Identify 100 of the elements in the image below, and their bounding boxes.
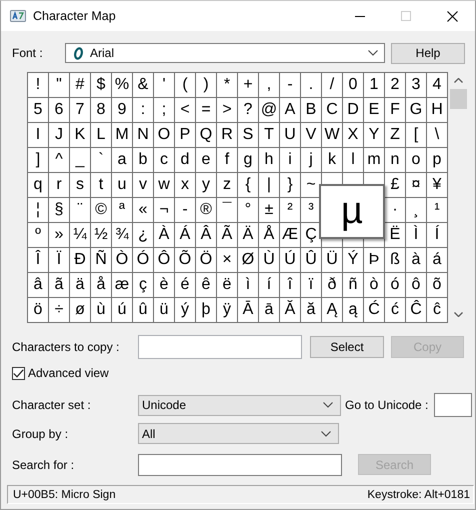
character-cell[interactable]: ³: [301, 198, 321, 222]
character-cell[interactable]: £: [385, 173, 405, 197]
character-cell[interactable]: º: [28, 223, 48, 247]
character-cell[interactable]: Ë: [385, 223, 405, 247]
character-cell[interactable]: à: [406, 248, 426, 272]
character-cell[interactable]: ñ: [343, 273, 363, 297]
character-cell[interactable]: e: [196, 148, 216, 172]
character-cell[interactable]: Õ: [175, 248, 195, 272]
character-cell[interactable]: Í: [427, 223, 447, 247]
character-cell[interactable]: ¸: [406, 198, 426, 222]
character-cell[interactable]: Ã: [217, 223, 237, 247]
character-cell[interactable]: ]: [28, 148, 48, 172]
character-cell[interactable]: E: [364, 98, 384, 122]
character-cell[interactable]: ă: [301, 298, 321, 322]
character-cell[interactable]: V: [301, 123, 321, 147]
character-cell[interactable]: ®: [196, 198, 216, 222]
character-cell[interactable]: ÷: [49, 298, 69, 322]
character-cell[interactable]: Ð: [70, 248, 90, 272]
character-cell[interactable]: B: [301, 98, 321, 122]
character-cell[interactable]: é: [175, 273, 195, 297]
character-cell[interactable]: î: [280, 273, 300, 297]
character-cell[interactable]: u: [112, 173, 132, 197]
character-cell[interactable]: ÿ: [217, 298, 237, 322]
scroll-thumb[interactable]: [450, 89, 467, 109]
character-cell[interactable]: a: [112, 148, 132, 172]
character-cell[interactable]: U: [280, 123, 300, 147]
character-cell[interactable]: ą: [343, 298, 363, 322]
character-cell[interactable]: ì: [238, 273, 258, 297]
character-cell[interactable]: y: [196, 173, 216, 197]
character-cell[interactable]: ¬: [154, 198, 174, 222]
character-cell[interactable]: .: [301, 73, 321, 97]
character-cell[interactable]: ^: [49, 148, 69, 172]
scroll-up-icon[interactable]: [454, 78, 463, 83]
character-cell[interactable]: Ñ: [91, 248, 111, 272]
character-cell[interactable]: f: [217, 148, 237, 172]
character-cell[interactable]: `: [91, 148, 111, 172]
character-cell[interactable]: N: [133, 123, 153, 147]
character-cell[interactable]: q: [28, 173, 48, 197]
character-cell[interactable]: o: [406, 148, 426, 172]
character-cell[interactable]: Ä: [238, 223, 258, 247]
character-cell[interactable]: S: [238, 123, 258, 147]
character-cell[interactable]: ¥: [427, 173, 447, 197]
go-to-unicode-field[interactable]: [434, 393, 472, 417]
character-cell[interactable]: ": [49, 73, 69, 97]
character-cell[interactable]: ü: [154, 298, 174, 322]
scroll-down-icon[interactable]: [454, 312, 463, 317]
character-cell[interactable]: å: [91, 273, 111, 297]
characters-to-copy-field[interactable]: [138, 335, 302, 359]
character-cell[interactable]: í: [259, 273, 279, 297]
character-cell[interactable]: w: [154, 173, 174, 197]
character-cell[interactable]: W: [322, 123, 342, 147]
character-cell[interactable]: T: [259, 123, 279, 147]
character-set-dropdown[interactable]: Unicode: [138, 394, 341, 416]
character-cell[interactable]: Ò: [112, 248, 132, 272]
character-cell[interactable]: ©: [91, 198, 111, 222]
character-cell[interactable]: G: [406, 98, 426, 122]
character-cell[interactable]: h: [259, 148, 279, 172]
character-cell[interactable]: «: [133, 198, 153, 222]
character-cell[interactable]: >: [217, 98, 237, 122]
select-button[interactable]: Select: [310, 336, 384, 358]
character-cell[interactable]: ²: [280, 198, 300, 222]
character-cell[interactable]: ¦: [28, 198, 48, 222]
character-cell[interactable]: æ: [112, 273, 132, 297]
character-cell[interactable]: Ó: [133, 248, 153, 272]
character-cell[interactable]: -: [280, 73, 300, 97]
character-cell[interactable]: D: [343, 98, 363, 122]
character-cell[interactable]: :: [133, 98, 153, 122]
character-cell[interactable]: Ú: [280, 248, 300, 272]
character-cell[interactable]: I: [28, 123, 48, 147]
character-cell[interactable]: ö: [28, 298, 48, 322]
character-cell[interactable]: ¿: [133, 223, 153, 247]
advanced-view-label[interactable]: Advanced view: [28, 366, 109, 380]
character-cell[interactable]: 2: [385, 73, 405, 97]
character-cell[interactable]: ô: [406, 273, 426, 297]
character-cell[interactable]: °: [238, 198, 258, 222]
character-cell[interactable]: Ô: [154, 248, 174, 272]
character-cell[interactable]: H: [427, 98, 447, 122]
character-cell[interactable]: 8: [91, 98, 111, 122]
character-cell[interactable]: ;: [154, 98, 174, 122]
character-cell[interactable]: @: [259, 98, 279, 122]
character-cell[interactable]: Ü: [322, 248, 342, 272]
character-cell[interactable]: ó: [385, 273, 405, 297]
character-cell[interactable]: O: [154, 123, 174, 147]
character-cell[interactable]: L: [91, 123, 111, 147]
character-cell[interactable]: ¨: [70, 198, 90, 222]
character-cell[interactable]: §: [49, 198, 69, 222]
character-cell[interactable]: Ă: [280, 298, 300, 322]
character-cell[interactable]: F: [385, 98, 405, 122]
character-cell[interactable]: +: [238, 73, 258, 97]
character-cell[interactable]: (: [175, 73, 195, 97]
character-cell[interactable]: ·: [385, 198, 405, 222]
character-cell[interactable]: Å: [259, 223, 279, 247]
font-dropdown[interactable]: Arial: [65, 43, 385, 63]
character-cell[interactable]: i: [280, 148, 300, 172]
character-cell[interactable]: ã: [49, 273, 69, 297]
character-cell[interactable]: ¯: [217, 198, 237, 222]
character-cell[interactable]: ß: [385, 248, 405, 272]
character-cell[interactable]: ¼: [70, 223, 90, 247]
advanced-view-checkbox[interactable]: [12, 366, 25, 380]
character-cell[interactable]: ā: [259, 298, 279, 322]
